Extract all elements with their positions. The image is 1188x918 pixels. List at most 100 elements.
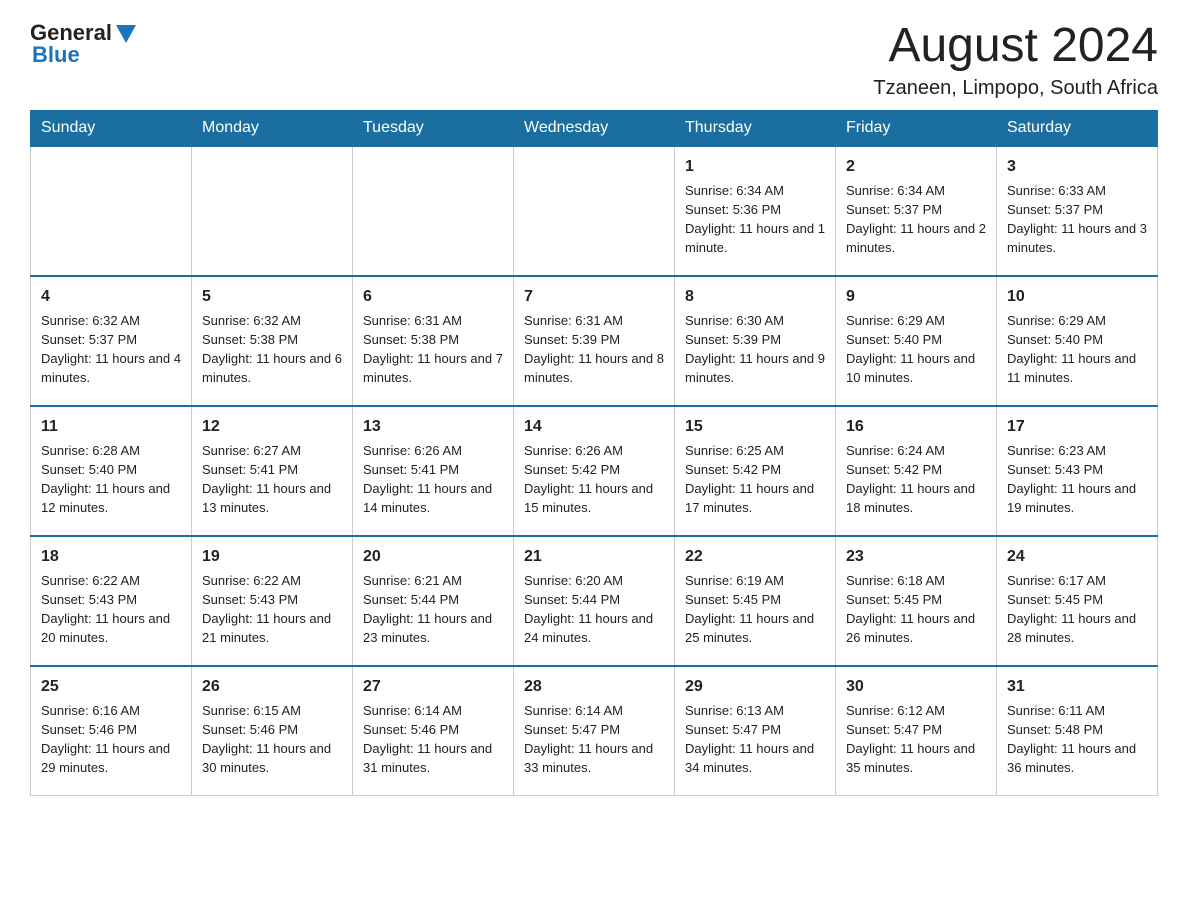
calendar-cell (514, 146, 675, 276)
day-info: Sunrise: 6:31 AM Sunset: 5:39 PM Dayligh… (524, 312, 664, 387)
day-number: 31 (1007, 675, 1147, 698)
calendar-body: 1Sunrise: 6:34 AM Sunset: 5:36 PM Daylig… (31, 146, 1158, 796)
day-info: Sunrise: 6:33 AM Sunset: 5:37 PM Dayligh… (1007, 182, 1147, 257)
day-number: 20 (363, 545, 503, 568)
day-number: 4 (41, 285, 181, 308)
day-info: Sunrise: 6:22 AM Sunset: 5:43 PM Dayligh… (41, 572, 181, 647)
day-number: 28 (524, 675, 664, 698)
day-info: Sunrise: 6:18 AM Sunset: 5:45 PM Dayligh… (846, 572, 986, 647)
calendar-cell: 31 Sunrise: 6:11 AM Sunset: 5:48 PM Dayli… (997, 666, 1158, 796)
day-number: 17 (1007, 415, 1147, 438)
day-info: Sunrise: 6:14 AM Sunset: 5:47 PM Dayligh… (524, 702, 664, 777)
weekday-header-tuesday: Tuesday (353, 110, 514, 146)
day-number: 22 (685, 545, 825, 568)
day-info: Sunrise: 6:28 AM Sunset: 5:40 PM Dayligh… (41, 442, 181, 517)
day-info: Sunrise: 6:25 AM Sunset: 5:42 PM Dayligh… (685, 442, 825, 517)
calendar-cell: 4 Sunrise: 6:32 AM Sunset: 5:37 PM Daylig… (31, 276, 192, 406)
day-number: 6 (363, 285, 503, 308)
day-number: 13 (363, 415, 503, 438)
calendar-cell: 11Sunrise: 6:28 AM Sunset: 5:40 PM Dayli… (31, 406, 192, 536)
day-info: Sunrise: 6:14 AM Sunset: 5:46 PM Dayligh… (363, 702, 503, 777)
day-number: 12 (202, 415, 342, 438)
calendar-cell: 7 Sunrise: 6:31 AM Sunset: 5:39 PM Daylig… (514, 276, 675, 406)
calendar-cell: 6 Sunrise: 6:31 AM Sunset: 5:38 PM Daylig… (353, 276, 514, 406)
calendar-week-3: 11Sunrise: 6:28 AM Sunset: 5:40 PM Dayli… (31, 406, 1158, 536)
day-info: Sunrise: 6:12 AM Sunset: 5:47 PM Dayligh… (846, 702, 986, 777)
weekday-header-sunday: Sunday (31, 110, 192, 146)
day-number: 15 (685, 415, 825, 438)
calendar-cell: 20 Sunrise: 6:21 AM Sunset: 5:44 PM Dayli… (353, 536, 514, 666)
day-info: Sunrise: 6:32 AM Sunset: 5:37 PM Dayligh… (41, 312, 181, 387)
logo: General Blue (30, 20, 136, 68)
day-info: Sunrise: 6:16 AM Sunset: 5:46 PM Dayligh… (41, 702, 181, 777)
logo-arrow-icon (116, 25, 136, 43)
day-info: Sunrise: 6:32 AM Sunset: 5:38 PM Dayligh… (202, 312, 342, 387)
day-info: Sunrise: 6:22 AM Sunset: 5:43 PM Dayligh… (202, 572, 342, 647)
calendar-cell (31, 146, 192, 276)
day-info: Sunrise: 6:30 AM Sunset: 5:39 PM Dayligh… (685, 312, 825, 387)
calendar-cell: 27 Sunrise: 6:14 AM Sunset: 5:46 PM Dayli… (353, 666, 514, 796)
day-info: Sunrise: 6:19 AM Sunset: 5:45 PM Dayligh… (685, 572, 825, 647)
weekday-header-friday: Friday (836, 110, 997, 146)
logo-blue-text: Blue (32, 42, 80, 68)
day-number: 19 (202, 545, 342, 568)
day-info: Sunrise: 6:13 AM Sunset: 5:47 PM Dayligh… (685, 702, 825, 777)
weekday-header-wednesday: Wednesday (514, 110, 675, 146)
page-header: General Blue August 2024 Tzaneen, Limpop… (30, 20, 1158, 100)
day-number: 5 (202, 285, 342, 308)
calendar-cell: 13 Sunrise: 6:26 AM Sunset: 5:41 PM Dayli… (353, 406, 514, 536)
day-number: 27 (363, 675, 503, 698)
calendar-cell (353, 146, 514, 276)
calendar-header: SundayMondayTuesdayWednesdayThursdayFrid… (31, 110, 1158, 146)
title-block: August 2024 Tzaneen, Limpopo, South Afri… (873, 20, 1158, 100)
day-info: Sunrise: 6:15 AM Sunset: 5:46 PM Dayligh… (202, 702, 342, 777)
day-number: 30 (846, 675, 986, 698)
day-number: 7 (524, 285, 664, 308)
day-number: 23 (846, 545, 986, 568)
calendar-cell: 1Sunrise: 6:34 AM Sunset: 5:36 PM Daylig… (675, 146, 836, 276)
day-info: Sunrise: 6:24 AM Sunset: 5:42 PM Dayligh… (846, 442, 986, 517)
calendar-cell: 16Sunrise: 6:24 AM Sunset: 5:42 PM Dayli… (836, 406, 997, 536)
calendar-cell: 29 Sunrise: 6:13 AM Sunset: 5:47 PM Dayli… (675, 666, 836, 796)
calendar-cell: 21 Sunrise: 6:20 AM Sunset: 5:44 PM Dayli… (514, 536, 675, 666)
day-info: Sunrise: 6:34 AM Sunset: 5:37 PM Dayligh… (846, 182, 986, 257)
calendar-cell: 12 Sunrise: 6:27 AM Sunset: 5:41 PM Dayli… (192, 406, 353, 536)
calendar-cell: 24Sunrise: 6:17 AM Sunset: 5:45 PM Dayli… (997, 536, 1158, 666)
day-info: Sunrise: 6:34 AM Sunset: 5:36 PM Dayligh… (685, 182, 825, 257)
calendar-cell: 25 Sunrise: 6:16 AM Sunset: 5:46 PM Dayli… (31, 666, 192, 796)
calendar-cell: 5 Sunrise: 6:32 AM Sunset: 5:38 PM Daylig… (192, 276, 353, 406)
day-number: 2 (846, 155, 986, 178)
location-text: Tzaneen, Limpopo, South Africa (873, 77, 1158, 100)
calendar-cell: 17Sunrise: 6:23 AM Sunset: 5:43 PM Dayli… (997, 406, 1158, 536)
day-number: 14 (524, 415, 664, 438)
day-number: 10 (1007, 285, 1147, 308)
calendar-cell: 19 Sunrise: 6:22 AM Sunset: 5:43 PM Dayli… (192, 536, 353, 666)
day-number: 8 (685, 285, 825, 308)
weekday-header-thursday: Thursday (675, 110, 836, 146)
day-info: Sunrise: 6:31 AM Sunset: 5:38 PM Dayligh… (363, 312, 503, 387)
day-info: Sunrise: 6:29 AM Sunset: 5:40 PM Dayligh… (1007, 312, 1147, 387)
weekday-header-saturday: Saturday (997, 110, 1158, 146)
calendar-cell: 15 Sunrise: 6:25 AM Sunset: 5:42 PM Dayli… (675, 406, 836, 536)
day-number: 3 (1007, 155, 1147, 178)
calendar-cell: 18 Sunrise: 6:22 AM Sunset: 5:43 PM Dayli… (31, 536, 192, 666)
calendar-cell (192, 146, 353, 276)
day-number: 29 (685, 675, 825, 698)
day-info: Sunrise: 6:11 AM Sunset: 5:48 PM Dayligh… (1007, 702, 1147, 777)
day-info: Sunrise: 6:27 AM Sunset: 5:41 PM Dayligh… (202, 442, 342, 517)
day-number: 18 (41, 545, 181, 568)
calendar-cell: 30 Sunrise: 6:12 AM Sunset: 5:47 PM Dayli… (836, 666, 997, 796)
calendar-cell: 3 Sunrise: 6:33 AM Sunset: 5:37 PM Daylig… (997, 146, 1158, 276)
calendar-cell: 2 Sunrise: 6:34 AM Sunset: 5:37 PM Daylig… (836, 146, 997, 276)
calendar-week-5: 25 Sunrise: 6:16 AM Sunset: 5:46 PM Dayli… (31, 666, 1158, 796)
day-number: 24 (1007, 545, 1147, 568)
day-number: 21 (524, 545, 664, 568)
day-info: Sunrise: 6:26 AM Sunset: 5:42 PM Dayligh… (524, 442, 664, 517)
weekday-header-monday: Monday (192, 110, 353, 146)
calendar-cell: 28 Sunrise: 6:14 AM Sunset: 5:47 PM Dayli… (514, 666, 675, 796)
day-number: 25 (41, 675, 181, 698)
day-info: Sunrise: 6:26 AM Sunset: 5:41 PM Dayligh… (363, 442, 503, 517)
calendar-cell: 14 Sunrise: 6:26 AM Sunset: 5:42 PM Dayli… (514, 406, 675, 536)
day-info: Sunrise: 6:20 AM Sunset: 5:44 PM Dayligh… (524, 572, 664, 647)
day-info: Sunrise: 6:21 AM Sunset: 5:44 PM Dayligh… (363, 572, 503, 647)
